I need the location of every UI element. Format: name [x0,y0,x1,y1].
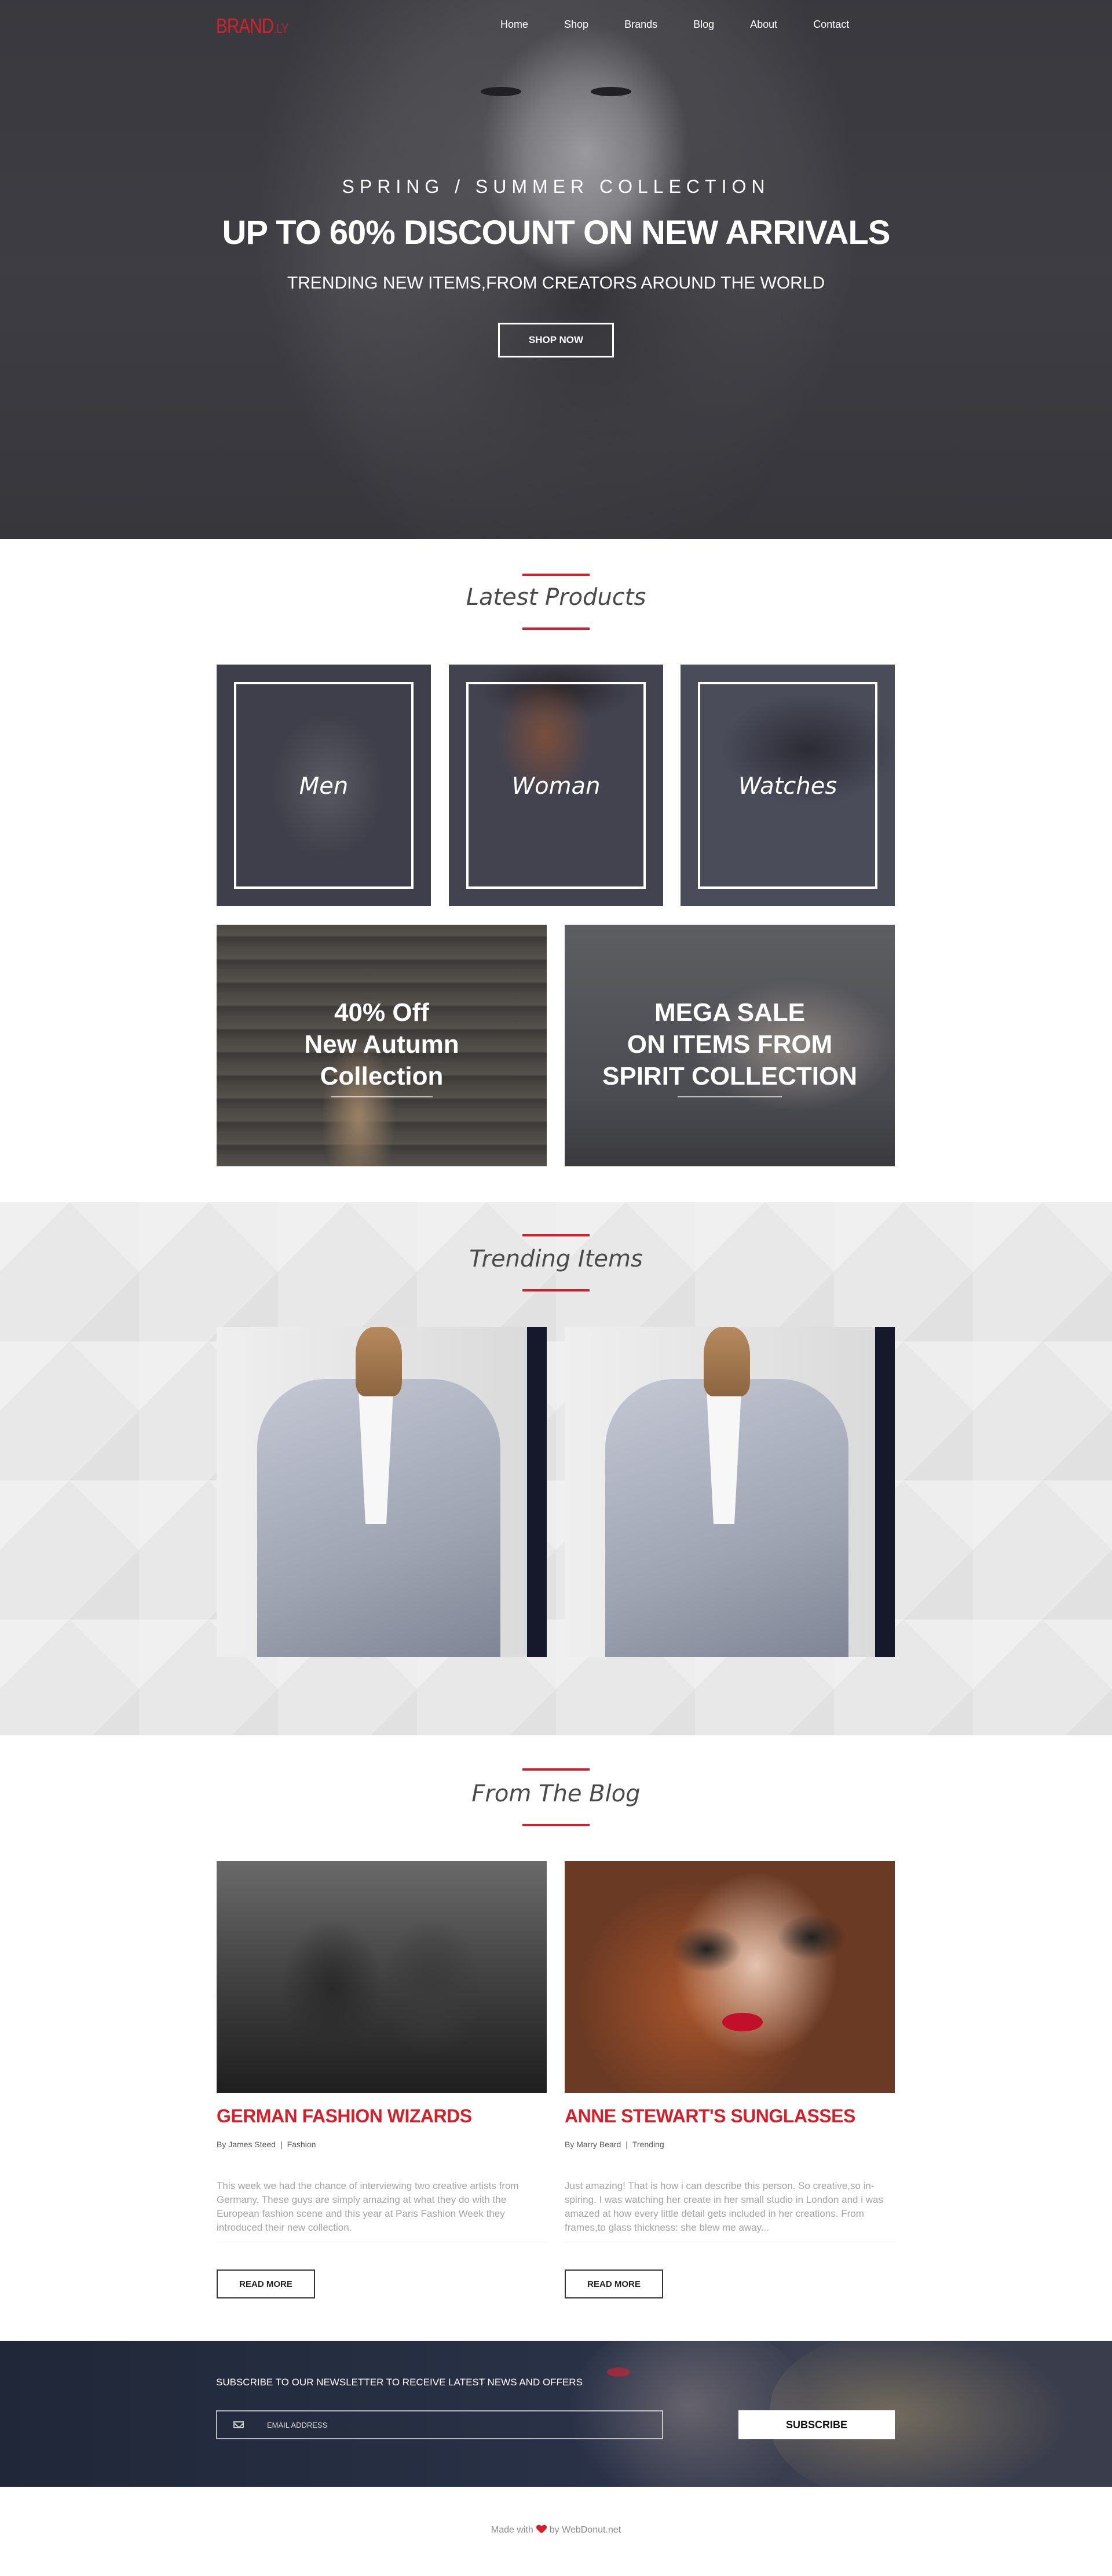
blog-post-category[interactable]: Fashion [287,2140,316,2149]
read-more-button[interactable]: READ MORE [217,2269,315,2298]
blog-post-title[interactable]: GERMAN FASHION WIZARDS [217,2106,547,2127]
hero-title: UP TO 60% DISCOUNT ON NEW ARRIVALS [222,214,891,251]
blog-post-excerpt: This week we had the chance of interview… [217,2180,519,2233]
promo-text: 40% Off New Autumn Collection [304,998,459,1090]
hero-eyebrow: SPRING / SUMMER COLLECTION [342,176,770,197]
heading-accent-line [522,627,590,630]
trending-item-card[interactable] [217,1327,547,1657]
heading-accent-line [522,1234,590,1236]
heading-accent-line [522,1768,590,1771]
category-card-woman[interactable]: Woman [449,665,663,906]
subscribe-button[interactable]: SUBSCRIBE [738,2410,895,2439]
category-label: Watches [738,773,837,800]
category-label: Men [299,773,349,800]
nav-home[interactable]: Home [500,19,528,31]
blog-post-card: ANNE STEWART'S SUNGLASSES By Marry Beard… [565,1861,895,2298]
latest-products-title: Latest Products [466,584,646,611]
footer: Made with by WebDonut.net [0,2487,1112,2576]
latest-products-section: Latest Products Men Woman Watches 40% Of… [0,539,1112,1202]
mannequin-image [704,1327,750,1396]
blog-post-category[interactable]: Trending [632,2140,664,2149]
heading-accent-line [522,574,590,576]
brand-logo[interactable]: BRAND.LY [216,14,289,38]
blog-section: From The Blog GERMAN FASHION WIZARDS By … [0,1735,1112,2341]
newsletter-title: SUBSCRIBE TO OUR NEWSLETTER TO RECEIVE L… [216,2377,583,2388]
trending-item-card[interactable] [565,1327,895,1657]
heart-icon [537,2525,546,2533]
heading-accent-line [522,1289,590,1291]
category-card-men[interactable]: Men [217,665,431,906]
blog-post-card: GERMAN FASHION WIZARDS By James Steed | Fa… [217,1861,547,2298]
hero-section: BRAND.LY Home Shop Brands Blog About Con… [0,0,1112,539]
read-more-button[interactable]: READ MORE [565,2269,663,2298]
blog-post-image[interactable] [217,1861,547,2093]
email-input[interactable] [267,2411,662,2438]
newsletter-section: SUBSCRIBE TO OUR NEWSLETTER TO RECEIVE L… [0,2341,1112,2487]
envelope-icon [233,2421,244,2428]
heading-accent-line [522,1824,590,1826]
newsletter-email-field[interactable] [216,2410,663,2439]
blog-post-meta: By Marry Beard | Trending [565,2140,664,2149]
nav-blog[interactable]: Blog [693,19,714,31]
blog-post-title[interactable]: ANNE STEWART'S SUNGLASSES [565,2106,895,2127]
blog-title: From The Blog [471,1780,641,1807]
category-card-watches[interactable]: Watches [681,665,895,906]
nav-brands[interactable]: Brands [624,19,657,31]
nav-contact[interactable]: Contact [813,19,849,31]
main-nav: Home Shop Brands Blog About Contact [500,19,885,31]
footer-credit: Made with by WebDonut.net [491,2525,621,2535]
footer-credit-link[interactable]: by WebDonut.net [550,2525,621,2535]
category-label: Woman [511,773,601,800]
trending-items-title: Trending Items [469,1246,643,1272]
shop-now-button[interactable]: SHOP NOW [498,323,614,357]
navbar: BRAND.LY Home Shop Brands Blog About Con… [0,0,1112,50]
promo-text: MEGA SALE ON ITEMS FROM SPIRIT COLLECTIO… [602,998,857,1090]
mannequin-image [356,1327,402,1396]
red-lips [722,2013,763,2031]
promo-card-mega-sale[interactable]: MEGA SALE ON ITEMS FROM SPIRIT COLLECTIO… [565,925,895,1166]
nav-about[interactable]: About [750,19,777,31]
blog-post-excerpt: Just amazing! That is how i can describe… [565,2180,883,2233]
blog-post-author: By James Steed [217,2140,276,2149]
blog-post-author: By Marry Beard [565,2140,621,2149]
hero-subtitle: TRENDING NEW ITEMS,FROM CREATORS AROUND … [287,273,825,293]
trending-items-section: Trending Items [0,1202,1112,1735]
blog-post-image[interactable] [565,1861,895,2093]
promo-card-autumn[interactable]: 40% Off New Autumn Collection [217,925,547,1166]
nav-shop[interactable]: Shop [564,19,588,31]
blog-post-meta: By James Steed | Fashion [217,2140,316,2149]
